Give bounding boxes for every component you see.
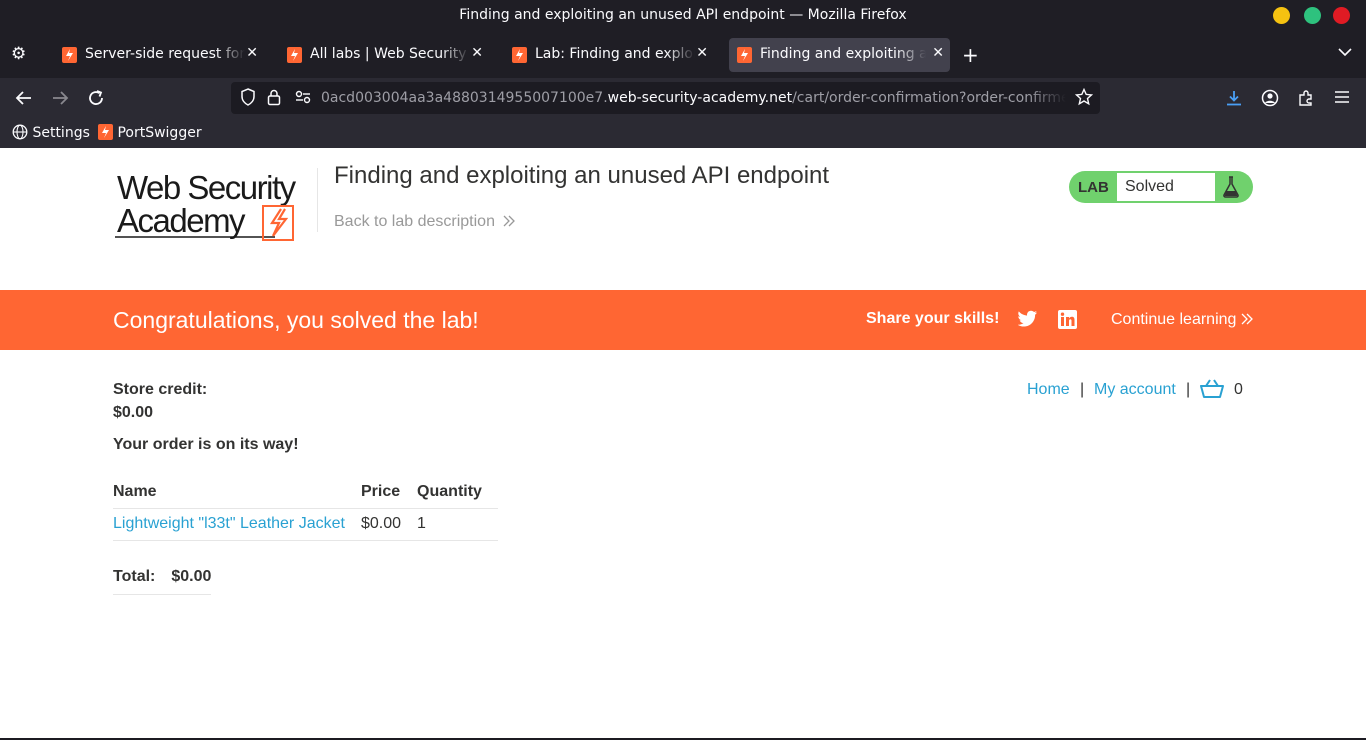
portswigger-icon xyxy=(737,47,752,63)
bookmark-label: PortSwigger xyxy=(117,125,202,141)
cart-count: 0 xyxy=(1234,381,1243,398)
order-total: Total: $0.00 xyxy=(113,560,212,595)
reload-icon[interactable] xyxy=(84,86,108,110)
col-name-header: Name xyxy=(113,476,361,509)
product-price-cell: $0.00 xyxy=(361,508,418,541)
hamburger-menu-icon[interactable] xyxy=(1330,86,1354,110)
store-credit-label: Store credit: xyxy=(113,381,208,398)
nav-separator: | xyxy=(1186,381,1191,398)
tab-active-lab[interactable]: Finding and exploiting an unused API end… xyxy=(729,38,950,72)
total-value: $0.00 xyxy=(171,560,212,595)
cart-link[interactable] xyxy=(1200,379,1224,404)
logo-line2: Academy xyxy=(117,202,246,239)
navigation-toolbar: 0acd003004aa3a4880314955007100e7.web-sec… xyxy=(0,78,1366,118)
table-header-row: Name Price Quantity xyxy=(113,476,499,509)
page-content: Web Security Academy Finding and exploit… xyxy=(0,148,1366,740)
bookmarks-toolbar: Settings PortSwigger xyxy=(0,118,1366,148)
forward-arrow-icon[interactable] xyxy=(48,86,72,110)
tab-label: Finding and exploiting an unused API end… xyxy=(760,46,926,62)
portswigger-icon xyxy=(98,124,113,140)
home-link[interactable]: Home xyxy=(1027,381,1070,399)
url-bar[interactable]: 0acd003004aa3a4880314955007100e7.web-sec… xyxy=(231,82,1100,114)
close-tab-icon[interactable]: ✕ xyxy=(932,45,944,61)
maximize-button[interactable] xyxy=(1304,7,1321,24)
tab-lab-description[interactable]: Lab: Finding and exploiting an unused AP… xyxy=(504,38,714,72)
product-link[interactable]: Lightweight "l33t" Leather Jacket xyxy=(113,515,345,532)
order-status-message: Your order is on its way! xyxy=(113,436,299,453)
product-quantity-cell: 1 xyxy=(417,508,499,541)
cart-icon xyxy=(1200,379,1224,398)
list-all-tabs-icon[interactable] xyxy=(1338,45,1352,61)
tab-ssrf[interactable]: Server-side request forgery ✕ xyxy=(54,38,264,72)
bookmark-label: Settings xyxy=(32,125,90,141)
portswigger-icon xyxy=(512,47,527,63)
lab-tag: LAB xyxy=(1078,179,1109,196)
flask-icon xyxy=(1222,176,1240,203)
double-chevron-right-icon xyxy=(1241,311,1253,328)
bookmark-star-icon[interactable] xyxy=(1074,87,1094,110)
window-titlebar: Finding and exploiting an unused API end… xyxy=(0,0,1366,32)
bookmark-settings[interactable]: Settings xyxy=(12,124,90,141)
header-divider xyxy=(317,168,318,232)
new-tab-icon[interactable]: + xyxy=(962,43,979,67)
congratulations-text: Congratulations, you solved the lab! xyxy=(113,307,479,333)
tab-label: Lab: Finding and exploiting an unused AP… xyxy=(535,46,695,62)
downloads-icon[interactable] xyxy=(1222,86,1246,110)
url-path: /cart/order-confirmation?order-confirmed… xyxy=(792,90,1066,106)
portswigger-icon xyxy=(62,47,77,63)
total-row: Total: $0.00 xyxy=(113,560,212,595)
close-window-button[interactable] xyxy=(1333,7,1350,24)
minimize-button[interactable] xyxy=(1273,7,1290,24)
back-link-label: Back to lab description xyxy=(334,213,495,230)
extensions-icon[interactable] xyxy=(1294,86,1318,110)
col-price-header: Price xyxy=(361,476,418,509)
total-label: Total: xyxy=(113,560,172,595)
tab-all-labs[interactable]: All labs | Web Security Academy ✕ xyxy=(279,38,489,72)
account-icon[interactable] xyxy=(1258,86,1282,110)
globe-icon xyxy=(12,124,28,140)
lock-icon[interactable] xyxy=(267,88,281,110)
close-tab-icon[interactable]: ✕ xyxy=(696,45,708,61)
continue-learning-link[interactable]: Continue learning xyxy=(1111,311,1253,329)
tab-bar: ⚙ Server-side request forgery ✕ All labs… xyxy=(0,32,1366,78)
product-name-cell: Lightweight "l33t" Leather Jacket xyxy=(113,508,361,541)
url-prefix: 0acd003004aa3a4880314955007100e7. xyxy=(321,90,608,106)
web-security-academy-logo[interactable]: Web Security Academy xyxy=(115,168,325,241)
linkedin-icon[interactable] xyxy=(1058,310,1078,330)
lab-status-widget: LAB Solved xyxy=(1069,171,1253,203)
col-quantity-header: Quantity xyxy=(417,476,499,509)
permissions-icon[interactable] xyxy=(295,90,311,108)
table-row: Lightweight "l33t" Leather Jacket $0.00 … xyxy=(113,508,499,541)
shield-icon[interactable] xyxy=(240,88,256,110)
url-text[interactable]: 0acd003004aa3a4880314955007100e7.web-sec… xyxy=(321,90,1066,106)
twitter-icon[interactable] xyxy=(1017,310,1038,330)
tab-label: Server-side request forgery xyxy=(85,46,245,62)
solved-banner: Congratulations, you solved the lab! Sha… xyxy=(0,290,1366,350)
back-arrow-icon[interactable] xyxy=(12,86,36,110)
close-tab-icon[interactable]: ✕ xyxy=(246,45,258,61)
portswigger-icon xyxy=(287,47,302,63)
window-title: Finding and exploiting an unused API end… xyxy=(459,7,907,23)
continue-learning-label: Continue learning xyxy=(1111,311,1237,328)
nav-separator: | xyxy=(1080,381,1085,398)
store-credit-value: $0.00 xyxy=(113,404,154,421)
tab-label: All labs | Web Security Academy xyxy=(310,46,470,62)
gear-icon[interactable]: ⚙ xyxy=(11,44,26,64)
share-skills-text: Share your skills! xyxy=(866,310,1000,327)
my-account-link[interactable]: My account xyxy=(1094,381,1176,399)
double-chevron-right-icon xyxy=(503,213,516,230)
lab-title: Finding and exploiting an unused API end… xyxy=(334,162,830,189)
lab-status-text: Solved xyxy=(1117,173,1215,201)
logo-line1: Web Security xyxy=(117,169,297,206)
back-to-lab-description-link[interactable]: Back to lab description xyxy=(334,213,516,231)
bookmark-portswigger[interactable]: PortSwigger xyxy=(98,124,202,141)
close-tab-icon[interactable]: ✕ xyxy=(471,45,483,61)
url-domain: web-security-academy.net xyxy=(607,90,793,106)
order-table: Name Price Quantity Lightweight "l33t" L… xyxy=(113,476,499,541)
